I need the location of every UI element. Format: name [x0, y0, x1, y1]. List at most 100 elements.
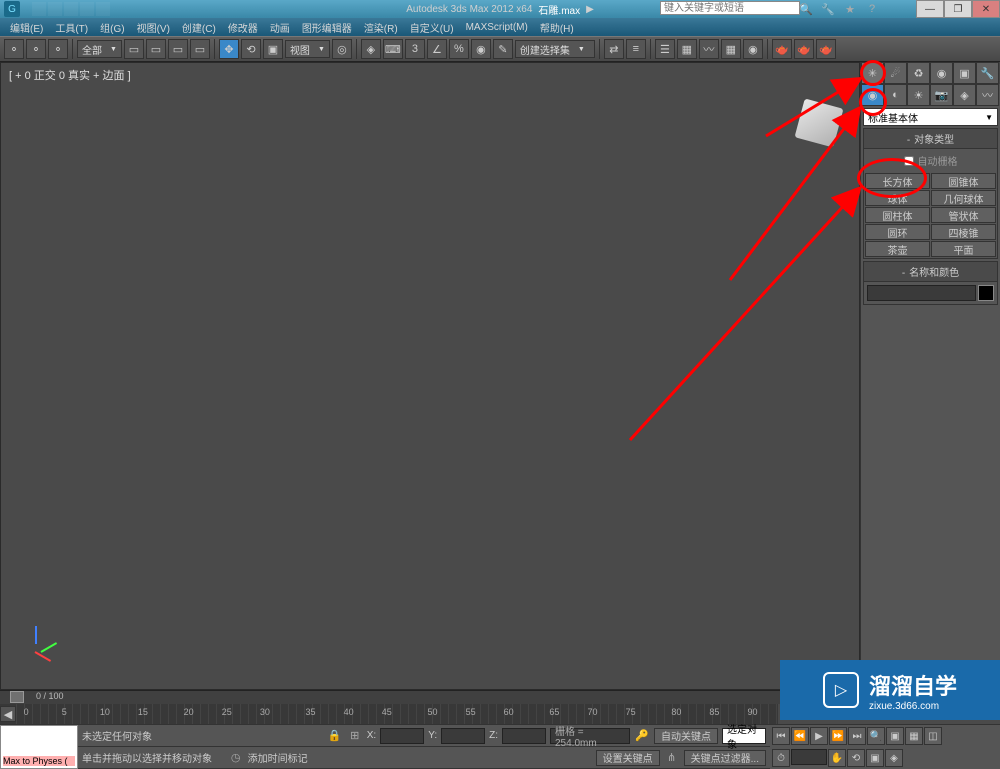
- select-region-icon[interactable]: ▭: [168, 39, 188, 59]
- menu-customize[interactable]: 自定义(U): [404, 20, 460, 35]
- subtab-cameras[interactable]: 📷: [930, 84, 953, 106]
- qa-btn[interactable]: [96, 2, 110, 16]
- timeline-ruler[interactable]: 0 5 10 15 20 25 30 35 40 45 50 55 60 65 …: [16, 704, 778, 724]
- section-header[interactable]: -名称和颜色: [864, 262, 997, 282]
- keyboard-icon[interactable]: ⌨: [383, 39, 403, 59]
- close-button[interactable]: ✕: [972, 0, 1000, 18]
- nav-orbit-icon[interactable]: ⟲: [847, 749, 865, 767]
- tab-utilities[interactable]: 🔧: [976, 62, 999, 84]
- nav-pan-icon[interactable]: ✋: [828, 749, 846, 767]
- maxscript-listener[interactable]: Max to Physes (: [0, 725, 78, 769]
- render-setup-icon[interactable]: 🫖: [772, 39, 792, 59]
- play-next-icon[interactable]: ⏩: [829, 727, 847, 745]
- time-tag-icon[interactable]: ◷: [228, 750, 244, 766]
- btn-teapot[interactable]: 茶壶: [865, 241, 930, 257]
- key-filter-button[interactable]: 关键点过滤器...: [684, 750, 766, 766]
- btn-pyramid[interactable]: 四棱锥: [931, 224, 996, 240]
- scale-icon[interactable]: ▣: [263, 39, 283, 59]
- viewport[interactable]: [ + 0 正交 0 真实 + 边面 ]: [0, 62, 860, 690]
- menu-modifiers[interactable]: 修改器: [222, 20, 264, 35]
- rotate-icon[interactable]: ⟲: [241, 39, 261, 59]
- time-config-icon[interactable]: ⏱: [772, 749, 790, 767]
- named-selection[interactable]: 创建选择集: [515, 40, 595, 58]
- btn-tube[interactable]: 管状体: [931, 207, 996, 223]
- snap-icon[interactable]: 3: [405, 39, 425, 59]
- angle-snap-icon[interactable]: ∠: [427, 39, 447, 59]
- tab-hierarchy[interactable]: ♻: [907, 62, 930, 84]
- menu-views[interactable]: 视图(V): [131, 20, 176, 35]
- nav-misc-icon[interactable]: ◈: [885, 749, 903, 767]
- tab-modify[interactable]: ☄: [884, 62, 907, 84]
- select-icon[interactable]: ▭: [124, 39, 144, 59]
- subtab-spacewarps[interactable]: 〰: [976, 84, 999, 106]
- menu-animation[interactable]: 动画: [264, 20, 296, 35]
- menu-group[interactable]: 组(G): [94, 20, 130, 35]
- menu-edit[interactable]: 编辑(E): [4, 20, 49, 35]
- add-time-tag[interactable]: 添加时间标记: [248, 750, 308, 765]
- mirror-icon[interactable]: ⇄: [604, 39, 624, 59]
- qa-btn[interactable]: [32, 2, 46, 16]
- material-editor-icon[interactable]: ◉: [743, 39, 763, 59]
- align-icon[interactable]: ≡: [626, 39, 646, 59]
- selected-obj-field[interactable]: 选定对象: [722, 728, 766, 744]
- window-crossing-icon[interactable]: ▭: [190, 39, 210, 59]
- link-icon[interactable]: ⚬: [4, 39, 24, 59]
- menu-rendering[interactable]: 渲染(R): [358, 20, 404, 35]
- star-icon[interactable]: ★: [842, 1, 858, 17]
- qa-btn[interactable]: [80, 2, 94, 16]
- manipulate-icon[interactable]: ◈: [361, 39, 381, 59]
- percent-snap-icon[interactable]: %: [449, 39, 469, 59]
- play-end-icon[interactable]: ⏭: [848, 727, 866, 745]
- viewport-label[interactable]: [ + 0 正交 0 真实 + 边面 ]: [9, 67, 131, 83]
- pivot-icon[interactable]: ◎: [332, 39, 352, 59]
- edit-named-icon[interactable]: ✎: [493, 39, 513, 59]
- timeline-track[interactable]: ◀ 0 5 10 15 20 25 30 35 40 45 50 55 60 6…: [0, 704, 778, 724]
- graphite-icon[interactable]: ▦: [677, 39, 697, 59]
- selection-filter[interactable]: 全部: [77, 40, 122, 58]
- schematic-icon[interactable]: ▦: [721, 39, 741, 59]
- maximize-button[interactable]: ❐: [944, 0, 972, 18]
- spinner-snap-icon[interactable]: ◉: [471, 39, 491, 59]
- render-frame-icon[interactable]: 🫖: [794, 39, 814, 59]
- qa-btn[interactable]: [48, 2, 62, 16]
- wrench-icon[interactable]: 🔧: [820, 1, 836, 17]
- btn-torus[interactable]: 圆环: [865, 224, 930, 240]
- menu-maxscript[interactable]: MAXScript(M): [460, 22, 534, 33]
- y-field[interactable]: [441, 728, 485, 744]
- play-prev-icon[interactable]: ⏪: [791, 727, 809, 745]
- minimize-button[interactable]: —: [916, 0, 944, 18]
- x-field[interactable]: [380, 728, 424, 744]
- subtab-lights[interactable]: ☀: [907, 84, 930, 106]
- section-header[interactable]: -对象类型: [864, 129, 997, 149]
- menu-help[interactable]: 帮助(H): [534, 20, 580, 35]
- nav-zoom-icon[interactable]: 🔍: [867, 727, 885, 745]
- btn-cylinder[interactable]: 圆柱体: [865, 207, 930, 223]
- curve-editor-icon[interactable]: 〰: [699, 39, 719, 59]
- set-key-button[interactable]: 设置关键点: [596, 750, 660, 766]
- timeline-left-icon[interactable]: ◀: [0, 706, 16, 722]
- menu-graph-editors[interactable]: 图形编辑器: [296, 20, 358, 35]
- tab-display[interactable]: ▣: [953, 62, 976, 84]
- bind-icon[interactable]: ⚬: [48, 39, 68, 59]
- nav-max-icon[interactable]: ▣: [866, 749, 884, 767]
- timeline-frame-indicator[interactable]: [10, 691, 24, 703]
- lock-key-icon[interactable]: ⊞: [347, 728, 363, 744]
- subtab-helpers[interactable]: ◈: [953, 84, 976, 106]
- move-icon[interactable]: ✥: [219, 39, 239, 59]
- frame-input[interactable]: [791, 749, 827, 765]
- key-icon[interactable]: 🔑: [634, 728, 650, 744]
- subtab-shapes[interactable]: ◐: [884, 84, 907, 106]
- title-arrow[interactable]: ▶: [586, 4, 594, 15]
- key-filter-icon[interactable]: ⋔: [664, 750, 680, 766]
- z-field[interactable]: [502, 728, 546, 744]
- btn-plane[interactable]: 平面: [931, 241, 996, 257]
- ref-coord[interactable]: 视图: [285, 40, 330, 58]
- tab-motion[interactable]: ◉: [930, 62, 953, 84]
- btn-geosphere[interactable]: 几何球体: [931, 190, 996, 206]
- help-icon[interactable]: ?: [864, 1, 880, 17]
- color-swatch[interactable]: [978, 285, 994, 301]
- lock-icon[interactable]: 🔒: [327, 728, 343, 744]
- nav-zoom-all-icon[interactable]: ▣: [886, 727, 904, 745]
- viewcube[interactable]: [789, 93, 849, 153]
- binoculars-icon[interactable]: 🔍: [798, 1, 814, 17]
